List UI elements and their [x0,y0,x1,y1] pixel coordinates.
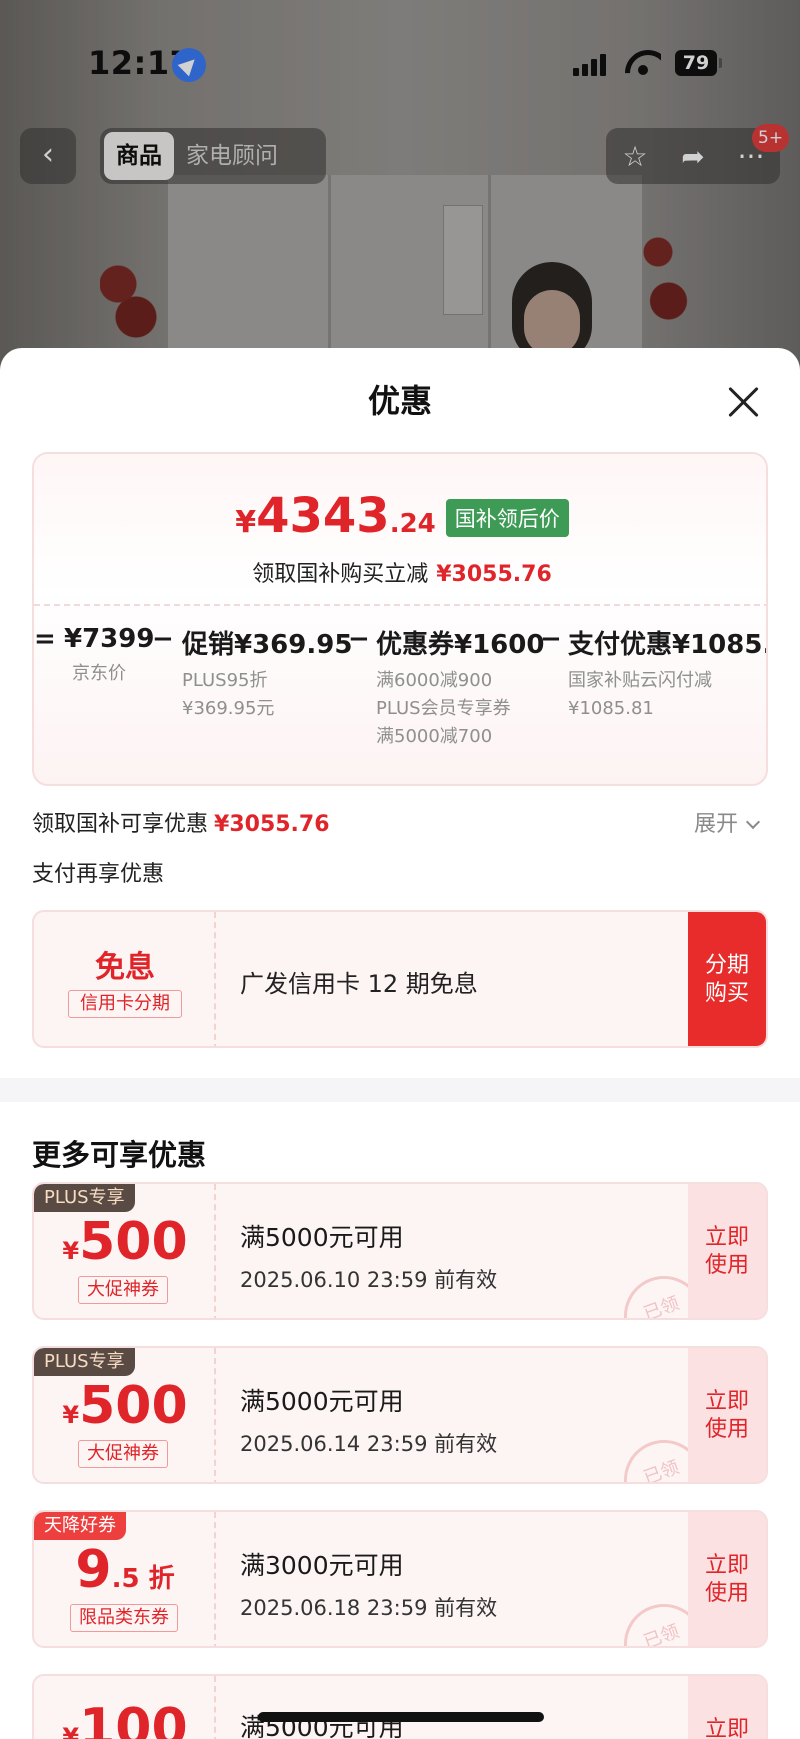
breakdown-item-promotion: 促销¥369.95 PLUS95折 ¥369.95元 [182,630,353,719]
gov-subsidy-line: 领取国补可享优惠 ¥3055.76 [32,812,330,837]
installment-headline: 免息 [95,950,155,985]
breakdown-item-list-price: ¥7399 京东价 [64,624,155,684]
coupon-condition: 满5000元可用 [240,1223,404,1252]
coupon-card: 天降好券 9.5 折 限品类东券 满3000元可用 2025.06.18 23:… [32,1510,768,1648]
coupon-card: PLUS专享 ¥500 大促神券 满5000元可用 2025.06.10 23:… [32,1182,768,1320]
divider [34,604,766,606]
coupon-expiry: 2025.06.18 23:59 前有效 [240,1596,498,1620]
coupon-expiry: 2025.06.14 23:59 前有效 [240,1432,498,1456]
section-separator [0,1078,800,1102]
coupon-amount: 9.5 折 [75,1540,175,1600]
coupon-card: PLUS专享 ¥500 大促神券 满5000元可用 2025.06.14 23:… [32,1346,768,1484]
sheet-title: 优惠 [367,382,432,420]
use-coupon-button[interactable]: 立即 使用 [688,1512,766,1646]
use-coupon-button[interactable]: 立即 [688,1676,766,1739]
breakdown-operator: = [34,624,56,654]
coupon-tag: 大促神券 [78,1440,168,1468]
price-subtitle-amount: ¥3055.76 [436,562,552,587]
installment-card: 免息 信用卡分期 广发信用卡 12 期免息 分期 购买 [32,910,768,1048]
coupon-condition: 满3000元可用 [240,1551,404,1580]
coupon-badge: 天降好券 [34,1512,126,1540]
use-coupon-button[interactable]: 立即 使用 [688,1184,766,1318]
modal-backdrop[interactable] [0,0,800,400]
coupon-condition: 满5000元可用 [240,1387,404,1416]
coupon-card: ¥100 满5000元可用 立即 [32,1674,768,1739]
price-breakdown: = ¥7399 京东价 − 促销¥369.95 PLUS95折 ¥369.95元… [34,624,766,764]
breakdown-item-coupon: 优惠券¥1600 满6000减900 PLUS会员专享券 满5000减700 [376,630,545,747]
final-price: ¥ 4343 .24 国补领后价 [34,488,766,544]
breakdown-operator: − [348,624,370,654]
price-decimal: .24 [389,509,436,539]
coupon-amount: ¥500 [62,1376,188,1436]
installment-tag: 信用卡分期 [68,990,182,1018]
coupon-badge: PLUS专享 [34,1184,135,1212]
gov-subsidy-amount: ¥3055.76 [214,812,330,837]
pay-offers-title: 支付再享优惠 [32,862,165,887]
price-subtitle: 领取国补购买立减 ¥3055.76 [252,562,552,587]
more-offers-title: 更多可享优惠 [32,1138,207,1172]
coupon-tag: 大促神券 [78,1276,168,1304]
price-currency: ¥ [235,505,257,540]
price-integer: 4343 [256,488,390,544]
breakdown-operator: − [152,624,174,654]
chevron-down-icon [745,814,761,830]
installment-description: 广发信用卡 12 期免息 [240,970,478,998]
breakdown-operator: − [540,624,562,654]
use-coupon-button[interactable]: 立即 使用 [688,1348,766,1482]
expand-button[interactable]: 展开 [694,806,761,838]
breakdown-item-payment: 支付优惠¥1085.81 国家补贴云闪付减 ¥1085.81 [568,630,766,719]
coupon-expiry: 2025.06.10 23:59 前有效 [240,1268,498,1292]
coupon-badge: PLUS专享 [34,1348,135,1376]
coupon-tag: 限品类东券 [70,1604,178,1632]
coupon-amount: ¥500 [62,1212,188,1272]
close-icon[interactable] [722,380,766,424]
price-card: ¥ 4343 .24 国补领后价 领取国补购买立减 ¥3055.76 = ¥739… [32,452,768,786]
coupon-amount: ¥100 [62,1698,188,1739]
discount-sheet: 优惠 ¥ 4343 .24 国补领后价 领取国补购买立减 ¥3055.76 = ¥… [0,348,800,1739]
installment-buy-button[interactable]: 分期 购买 [688,912,766,1046]
home-indicator[interactable] [258,1712,544,1722]
price-tag: 国补领后价 [445,499,569,537]
